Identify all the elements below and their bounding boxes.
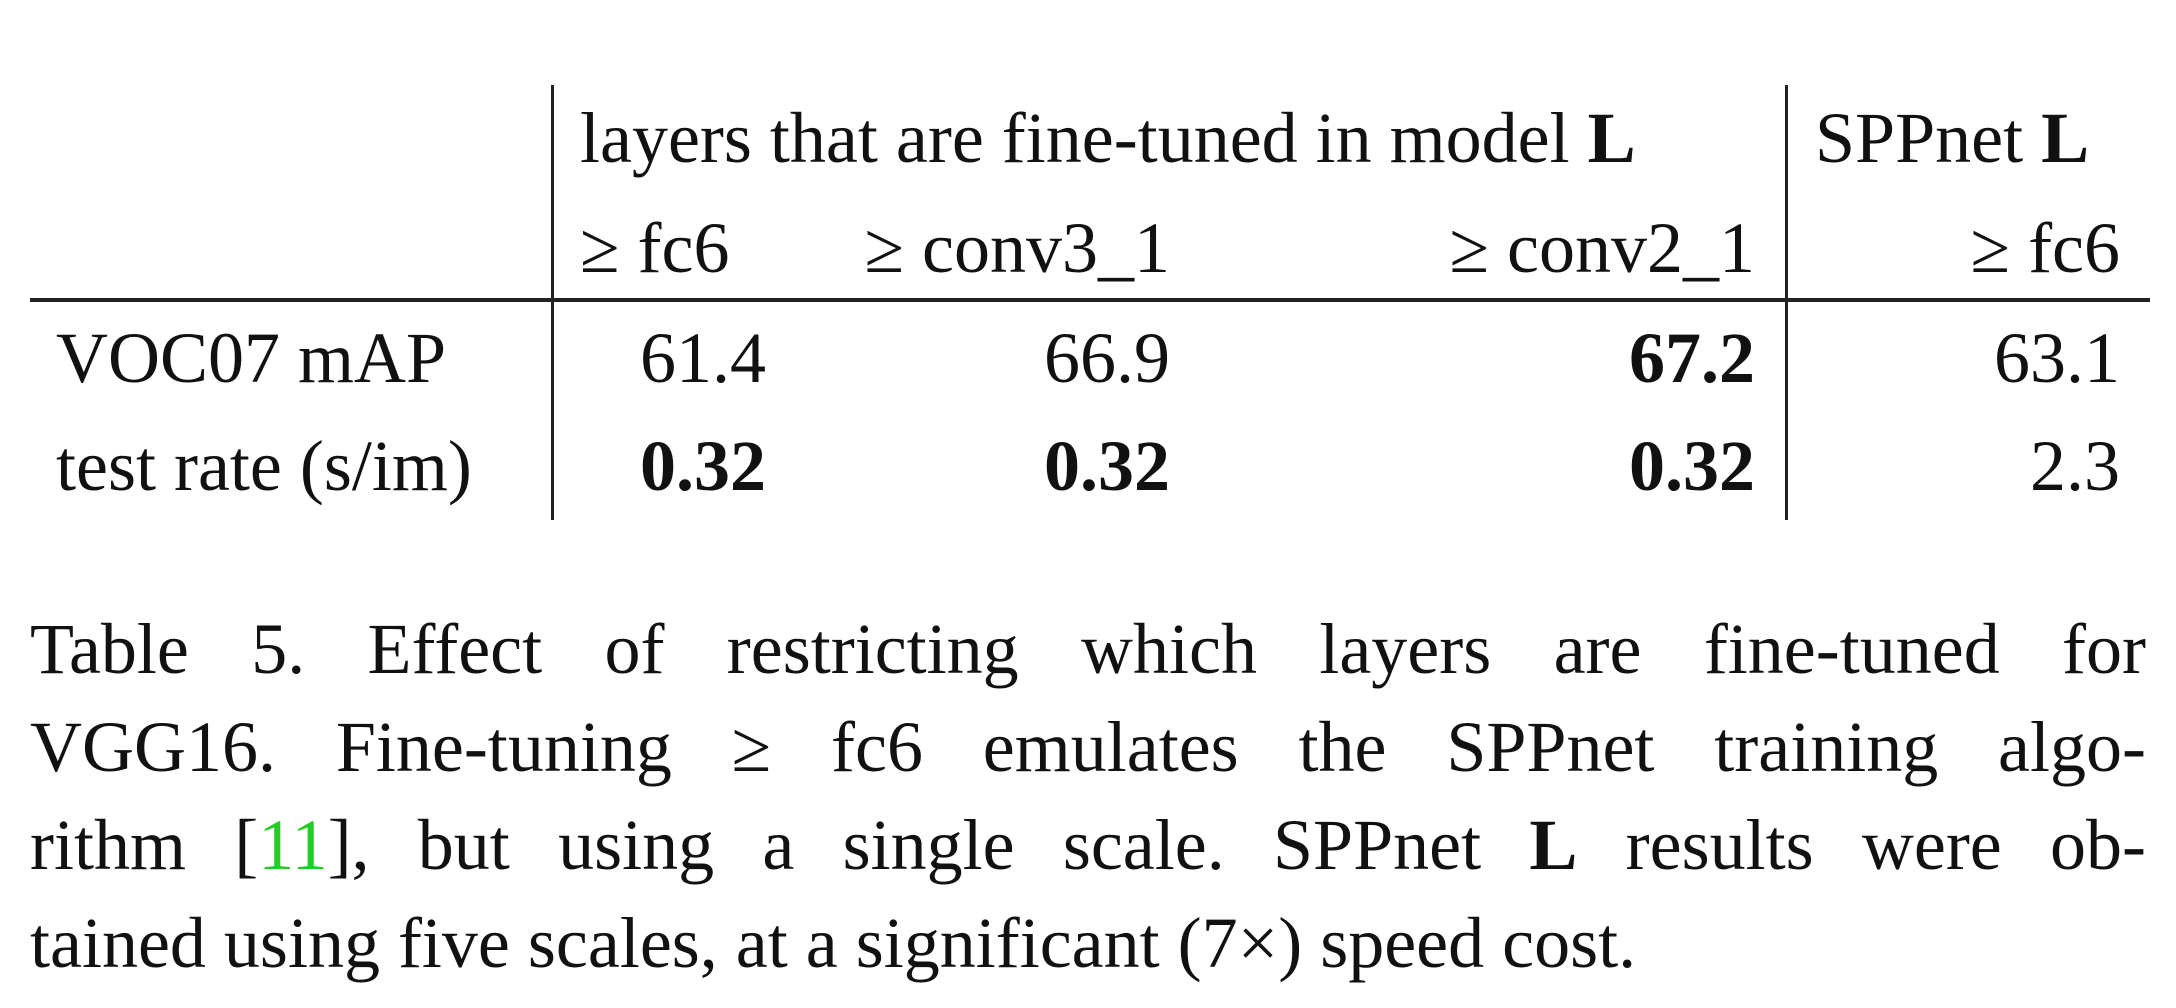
row-label-voc07-map: VOC07 mAP [56, 318, 447, 398]
header-group-finetuned: layers that are fine-tuned in model L [580, 102, 1636, 174]
header-group-finetuned-model-letter: L [1587, 98, 1636, 178]
subheader-conv3-1: ≥ conv3_1 [864, 208, 1170, 288]
caption-model-letter: L [1529, 805, 1578, 885]
header-group-sppnet-text: SPPnet [1815, 98, 2042, 178]
cell-rate-spp-fc6: 2.3 [2030, 426, 2120, 506]
caption-line-2: VGG16. Fine-tuning ≥ fc6 emulates the SP… [30, 707, 2146, 787]
cell-voc07-fc6: 61.4 [640, 318, 766, 398]
row-label-test-rate: test rate (s/im) [56, 426, 472, 506]
cell-rate-conv2-1: 0.32 [1629, 426, 1755, 506]
caption-line-3-start: rithm [ [30, 805, 259, 885]
cell-voc07-conv2-1: 67.2 [1629, 318, 1755, 398]
table-vertical-rule-2 [1785, 85, 1788, 520]
caption-line-3: rithm [11], but using a single scale. SP… [30, 796, 2146, 894]
table-caption: Table 5. Effect of restricting which lay… [30, 600, 2146, 992]
cell-rate-conv3-1: 0.32 [1044, 426, 1170, 506]
header-group-sppnet: SPPnet L [1815, 102, 2089, 174]
header-group-sppnet-model-letter: L [2041, 98, 2090, 178]
header-group-finetuned-text: layers that are fine-tuned in model [580, 98, 1588, 178]
subheader-conv2-1: ≥ conv2_1 [1449, 208, 1755, 288]
cell-voc07-spp-fc6: 63.1 [1994, 318, 2120, 398]
subheader-spp-fc6: ≥ fc6 [1970, 208, 2120, 288]
figure-page: layers that are fine-tuned in model L SP… [0, 0, 2176, 1008]
table-vertical-rule-1 [551, 85, 554, 520]
cell-voc07-conv3-1: 66.9 [1044, 318, 1170, 398]
subheader-fc6: ≥ fc6 [580, 208, 730, 288]
caption-line-3-end: results were ob- [1577, 805, 2147, 885]
caption-line-1: Table 5. Effect of restricting which lay… [30, 609, 2146, 689]
cell-rate-fc6: 0.32 [640, 426, 766, 506]
caption-line-3-middle: ], but using a single scale. SPPnet [327, 805, 1530, 885]
citation-link-11[interactable]: 11 [258, 805, 327, 885]
caption-line-4: tained using five scales, at a significa… [30, 903, 1637, 983]
table-horizontal-rule [30, 298, 2150, 302]
